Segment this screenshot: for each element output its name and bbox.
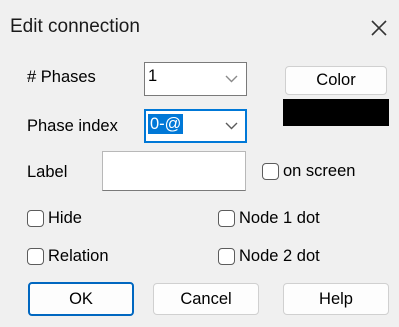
- on-screen-checkbox[interactable]: on screen: [262, 162, 355, 181]
- phases-label: # Phases: [27, 68, 96, 86]
- ok-button-label: OK: [69, 290, 93, 308]
- node2-dot-label: Node 2 dot: [239, 247, 320, 265]
- phases-combobox[interactable]: 1: [144, 62, 247, 96]
- close-icon: [371, 20, 387, 36]
- checkbox-box: [218, 248, 235, 265]
- chevron-down-icon: [225, 122, 238, 130]
- checkbox-box: [27, 210, 44, 227]
- phase-index-value: 0-@: [148, 114, 184, 134]
- relation-checkbox[interactable]: Relation: [27, 247, 109, 266]
- edit-connection-dialog: Edit connection # Phases 1 Color Phase i…: [0, 0, 399, 327]
- color-swatch: [283, 99, 389, 126]
- phases-value: 1: [148, 67, 158, 85]
- label-input[interactable]: [102, 151, 246, 191]
- node1-dot-label: Node 1 dot: [239, 209, 320, 227]
- relation-label: Relation: [48, 247, 109, 265]
- ok-button[interactable]: OK: [28, 282, 134, 316]
- cancel-button[interactable]: Cancel: [153, 283, 259, 315]
- label-field-label: Label: [27, 163, 68, 181]
- close-button[interactable]: [366, 15, 392, 41]
- help-button[interactable]: Help: [283, 283, 389, 315]
- window-title: Edit connection: [10, 16, 140, 37]
- on-screen-label: on screen: [283, 162, 356, 180]
- phase-index-combobox[interactable]: 0-@: [144, 109, 247, 143]
- checkbox-box: [262, 163, 279, 180]
- cancel-button-label: Cancel: [180, 290, 232, 308]
- color-button-label: Color: [316, 71, 356, 89]
- node1-dot-checkbox[interactable]: Node 1 dot: [218, 209, 320, 228]
- checkbox-box: [27, 248, 44, 265]
- chevron-down-icon: [225, 75, 238, 83]
- help-button-label: Help: [319, 290, 353, 308]
- node2-dot-checkbox[interactable]: Node 2 dot: [218, 247, 320, 266]
- phase-index-label: Phase index: [27, 117, 118, 135]
- checkbox-box: [218, 210, 235, 227]
- color-button[interactable]: Color: [285, 66, 387, 95]
- hide-checkbox[interactable]: Hide: [27, 209, 82, 228]
- title-bar: Edit connection: [0, 0, 399, 56]
- hide-label: Hide: [48, 209, 82, 227]
